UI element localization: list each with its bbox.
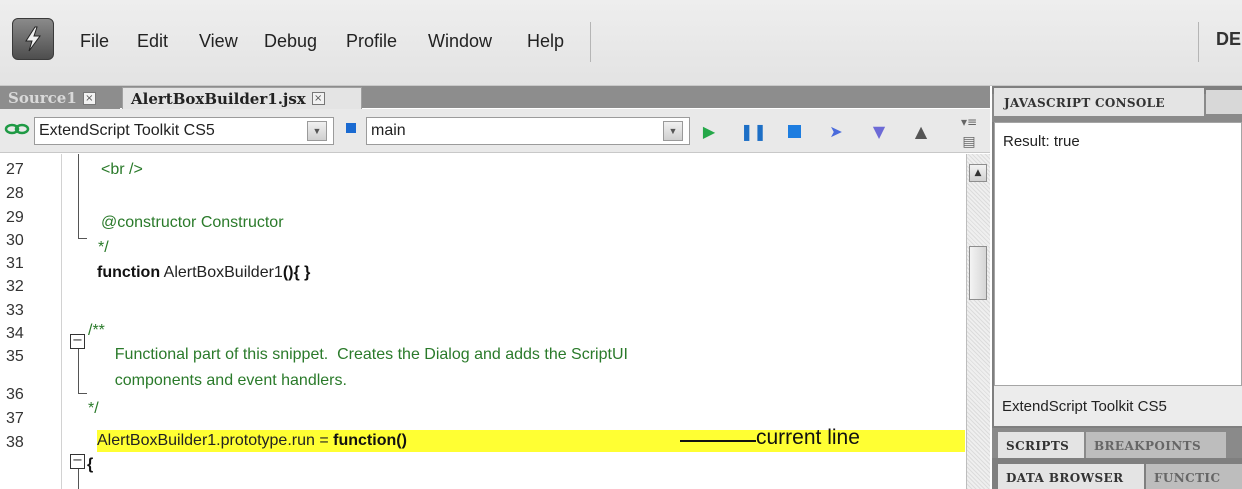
fold-toggle-icon[interactable]: − <box>70 334 85 349</box>
code-line: components and event handlers. <box>97 372 347 389</box>
stop-button[interactable] <box>783 121 805 143</box>
code-line-current: AlertBoxBuilder1.prototype.run = functio… <box>97 430 407 452</box>
step-over-button[interactable]: ➤ <box>825 121 847 143</box>
menu-debug[interactable]: Debug <box>264 31 317 52</box>
step-into-button[interactable]: ▼ <box>868 121 890 143</box>
tab-functions[interactable]: FUNCTIC <box>1146 464 1242 489</box>
workspace-label[interactable]: DE <box>1216 29 1241 50</box>
menu-profile[interactable]: Profile <box>346 31 397 52</box>
tab-label: AlertBoxBuilder1.jsx <box>131 89 306 108</box>
line-number: 38 <box>6 434 24 451</box>
line-number: 28 <box>6 185 24 202</box>
console-target-app: ExtendScript Toolkit CS5 <box>994 386 1242 426</box>
menu-bar: File Edit View Debug Profile Window Help… <box>0 0 1242 86</box>
step-out-button[interactable]: ▲ <box>910 121 932 143</box>
menu-help[interactable]: Help <box>527 31 564 52</box>
menu-divider <box>1198 22 1199 62</box>
console-output[interactable]: Result: true <box>994 122 1242 386</box>
menu-file[interactable]: File <box>80 31 109 52</box>
engine-select[interactable]: main ▼ <box>366 117 690 145</box>
document-tab-bar: Source1 × AlertBoxBuilder1.jsx × <box>0 86 990 109</box>
fold-toggle-icon[interactable]: − <box>70 454 85 469</box>
line-number: 31 <box>6 255 24 272</box>
run-button[interactable]: ▶ <box>698 121 720 143</box>
panel-menu-icon[interactable]: ▾≡ <box>958 111 980 133</box>
tab-breakpoints[interactable]: BREAKPOINTS <box>1086 432 1226 458</box>
code-keyword: function() <box>333 432 407 449</box>
code-line: Functional part of this snippet. Creates… <box>97 346 628 363</box>
fold-guide <box>78 349 79 393</box>
tab-secondary[interactable] <box>1206 90 1242 114</box>
code-line: @constructor Constructor <box>101 214 284 231</box>
close-icon[interactable]: × <box>82 91 96 105</box>
menu-edit[interactable]: Edit <box>137 31 168 52</box>
code-text: AlertBoxBuilder1 <box>160 264 283 281</box>
close-icon[interactable]: × <box>311 92 325 105</box>
tab-javascript-console[interactable]: JAVASCRIPT CONSOLE <box>994 88 1204 116</box>
link-icon[interactable] <box>4 121 30 139</box>
tab-scripts[interactable]: SCRIPTS <box>998 432 1084 458</box>
line-number: 36 <box>6 386 24 403</box>
fold-guide <box>78 154 79 238</box>
target-application-value: ExtendScript Toolkit CS5 <box>39 122 215 139</box>
code-keyword: function <box>97 264 161 281</box>
code-line: <br /> <box>101 161 143 178</box>
editor-scrollbar[interactable]: ▲ <box>966 154 990 489</box>
debug-toolbar: ExtendScript Toolkit CS5 ▼ main ▼ ▶ ❚❚ ➤… <box>0 109 990 153</box>
menu-view[interactable]: View <box>199 31 238 52</box>
line-number: 37 <box>6 410 24 427</box>
app-logo-icon <box>12 18 54 60</box>
line-number: 34 <box>6 325 24 342</box>
target-application-select[interactable]: ExtendScript Toolkit CS5 ▼ <box>34 117 334 145</box>
tab-label: Source1 <box>8 89 77 107</box>
menu-window[interactable]: Window <box>428 31 492 52</box>
line-number: 33 <box>6 302 24 319</box>
line-number: 29 <box>6 209 24 226</box>
chevron-down-icon[interactable]: ▼ <box>663 121 683 141</box>
engine-status-icon <box>346 123 356 133</box>
code-line: function AlertBoxBuilder1(){ } <box>97 262 310 284</box>
code-line: */ <box>98 239 109 256</box>
code-editor[interactable]: 27 28 29 30 31 32 33 34 35 36 37 38 − − … <box>0 154 966 489</box>
engine-value: main <box>371 122 406 139</box>
line-number: 35 <box>6 348 24 365</box>
fold-guide <box>78 469 79 489</box>
console-result-text: Result: true <box>1003 133 1080 150</box>
code-line: /** <box>88 322 105 339</box>
line-number: 27 <box>6 161 24 178</box>
panel-list-icon[interactable]: ▤ <box>958 131 980 153</box>
right-panel: JAVASCRIPT CONSOLE Result: true ExtendSc… <box>992 86 1242 489</box>
code-line: */ <box>88 400 99 417</box>
fold-guide <box>78 393 87 394</box>
code-keyword: (){ } <box>282 264 311 281</box>
menu-divider <box>590 22 591 62</box>
tab-data-browser[interactable]: DATA BROWSER <box>998 464 1144 489</box>
pause-button[interactable]: ❚❚ <box>740 121 767 143</box>
line-number-gutter: 27 28 29 30 31 32 33 34 35 36 37 38 <box>0 154 62 489</box>
annotation-pointer <box>680 440 756 442</box>
code-text: AlertBoxBuilder1.prototype.run = <box>97 432 334 449</box>
fold-guide <box>78 238 87 239</box>
line-number: 32 <box>6 278 24 295</box>
tab-alertboxbuilder1[interactable]: AlertBoxBuilder1.jsx × <box>122 87 362 109</box>
stop-icon <box>787 125 801 138</box>
line-number: 30 <box>6 232 24 249</box>
scroll-up-icon[interactable]: ▲ <box>969 164 987 182</box>
code-line: { <box>87 456 94 473</box>
chevron-down-icon[interactable]: ▼ <box>307 121 327 141</box>
scrollbar-thumb[interactable] <box>969 246 987 300</box>
tab-source1[interactable]: Source1 × <box>0 87 120 109</box>
annotation-label: current line <box>756 426 860 449</box>
